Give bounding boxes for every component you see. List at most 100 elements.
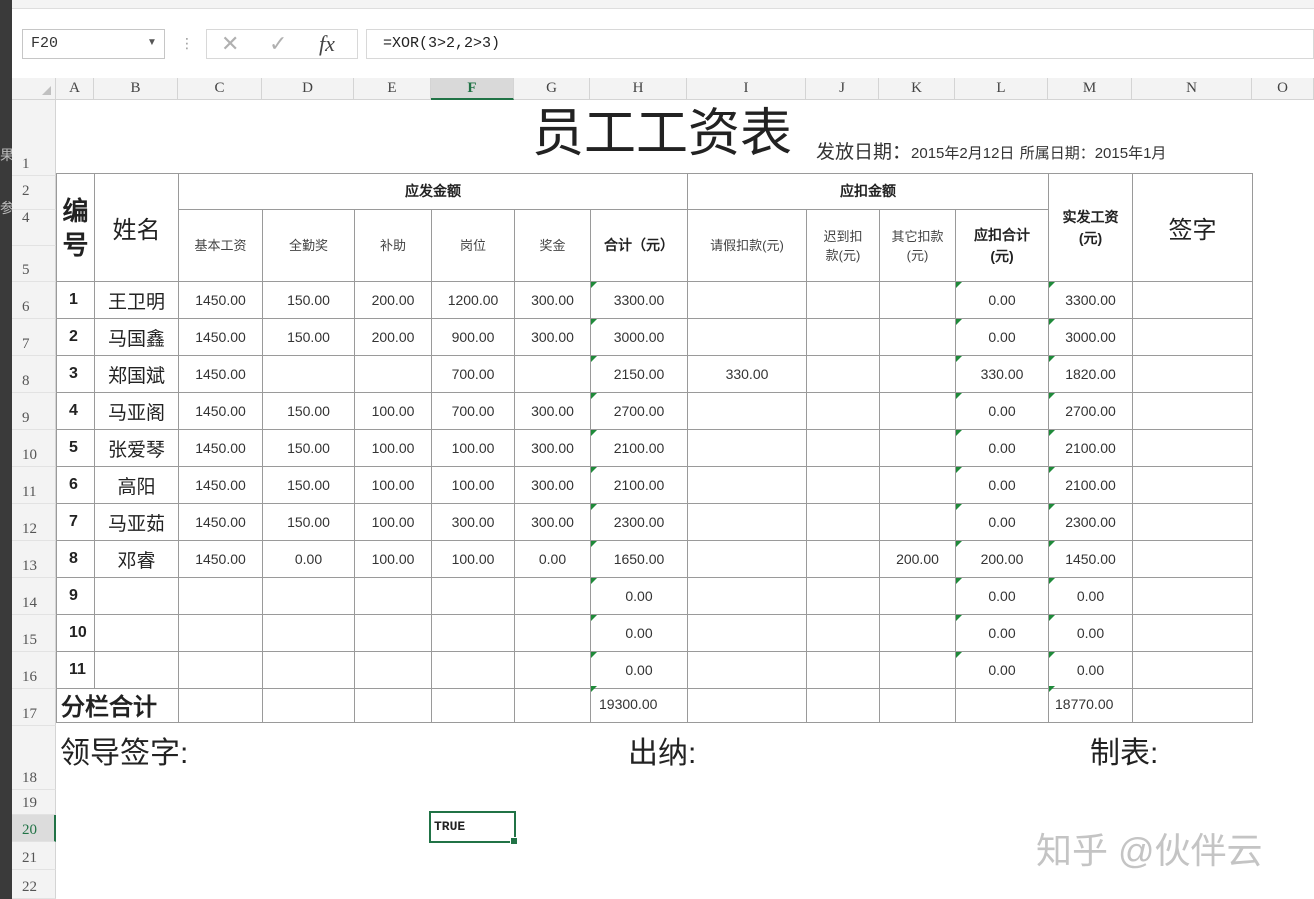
cell-pos[interactable]: 700.00 xyxy=(432,356,515,393)
cell-bonus[interactable]: 300.00 xyxy=(515,467,591,504)
row-header-4[interactable]: 4 xyxy=(12,210,56,246)
cell-att[interactable]: 150.00 xyxy=(263,430,355,467)
cell-other[interactable] xyxy=(880,504,956,541)
subtotal-cell[interactable] xyxy=(880,686,956,723)
subtotal-gross[interactable]: 19300.00 xyxy=(591,686,688,723)
cell-allow[interactable] xyxy=(355,356,432,393)
cell-no[interactable]: 4 xyxy=(57,393,95,430)
cell-base[interactable] xyxy=(179,652,263,689)
subtotal-cell[interactable] xyxy=(688,686,807,723)
cell-bonus[interactable]: 300.00 xyxy=(515,393,591,430)
cell-other[interactable] xyxy=(880,652,956,689)
cell-name[interactable]: 王卫明 xyxy=(95,282,179,319)
cell-bonus[interactable]: 300.00 xyxy=(515,430,591,467)
cell-total[interactable]: 0.00 xyxy=(591,615,688,652)
cell-name[interactable]: 邓睿 xyxy=(95,541,179,578)
cell-dtotal[interactable]: 330.00 xyxy=(956,356,1049,393)
cell-no[interactable]: 9 xyxy=(57,578,95,615)
cell-name[interactable] xyxy=(95,652,179,689)
cell-leave[interactable] xyxy=(688,430,807,467)
cell-pos[interactable]: 700.00 xyxy=(432,393,515,430)
cell-late[interactable] xyxy=(807,504,880,541)
cell-net[interactable]: 2700.00 xyxy=(1049,393,1133,430)
confirm-icon[interactable]: ✓ xyxy=(269,30,287,58)
cell-late[interactable] xyxy=(807,541,880,578)
cell-sign[interactable] xyxy=(1133,541,1253,578)
cell-bonus[interactable] xyxy=(515,652,591,689)
cell-no[interactable]: 11 xyxy=(57,652,95,689)
header-gross-group[interactable]: 应发金额 xyxy=(179,174,688,210)
column-header-c[interactable]: C xyxy=(178,78,262,100)
cell-sign[interactable] xyxy=(1133,504,1253,541)
cell-other[interactable] xyxy=(880,578,956,615)
subtotal-cell[interactable] xyxy=(179,686,263,723)
cell-other[interactable] xyxy=(880,467,956,504)
cell-allow[interactable]: 100.00 xyxy=(355,467,432,504)
cell-leave[interactable] xyxy=(688,541,807,578)
cell-no[interactable]: 3 xyxy=(57,356,95,393)
cell-bonus[interactable] xyxy=(515,578,591,615)
leader-signature-label[interactable]: 领导签字: xyxy=(60,732,188,776)
chevron-down-icon[interactable]: ▼ xyxy=(143,29,161,57)
cell-pos[interactable]: 1200.00 xyxy=(432,282,515,319)
cell-allow[interactable]: 200.00 xyxy=(355,282,432,319)
sheet-title[interactable]: 员工工资表 xyxy=(532,104,792,164)
cell-dtotal[interactable]: 200.00 xyxy=(956,541,1049,578)
row-header-10[interactable]: 10 xyxy=(12,430,56,467)
cell-dtotal[interactable]: 0.00 xyxy=(956,319,1049,356)
row-header-13[interactable]: 13 xyxy=(12,541,56,578)
column-header-e[interactable]: E xyxy=(354,78,431,100)
cell-base[interactable] xyxy=(179,615,263,652)
cell-dtotal[interactable]: 0.00 xyxy=(956,615,1049,652)
cell-sign[interactable] xyxy=(1133,319,1253,356)
cell-late[interactable] xyxy=(807,467,880,504)
header-deduct-group[interactable]: 应扣金额 xyxy=(688,174,1049,210)
cell-att[interactable]: 150.00 xyxy=(263,393,355,430)
subtotal-cell[interactable] xyxy=(515,686,591,723)
header-net-pay[interactable]: 实发工资 (元) xyxy=(1049,174,1133,282)
cell-sign[interactable] xyxy=(1133,430,1253,467)
cell-base[interactable]: 1450.00 xyxy=(179,467,263,504)
header-signature[interactable]: 签字 xyxy=(1133,174,1253,282)
cell-pos[interactable]: 100.00 xyxy=(432,541,515,578)
cell-net[interactable]: 0.00 xyxy=(1049,578,1133,615)
cell-late[interactable] xyxy=(807,319,880,356)
cell-bonus[interactable] xyxy=(515,356,591,393)
header-position[interactable]: 岗位 xyxy=(432,210,515,282)
cell-sign[interactable] xyxy=(1133,615,1253,652)
header-leave-deduct[interactable]: 请假扣款(元) xyxy=(688,210,807,282)
cell-total[interactable]: 2100.00 xyxy=(591,430,688,467)
fill-handle[interactable] xyxy=(510,837,518,845)
cell-base[interactable]: 1450.00 xyxy=(179,541,263,578)
cell-dtotal[interactable]: 0.00 xyxy=(956,652,1049,689)
cell-no[interactable]: 8 xyxy=(57,541,95,578)
cell-att[interactable]: 150.00 xyxy=(263,467,355,504)
row-header-20[interactable]: 20 xyxy=(12,815,56,842)
column-header-n[interactable]: N xyxy=(1132,78,1252,100)
header-other-deduct[interactable]: 其它扣款 (元) xyxy=(880,210,956,282)
row-header-17[interactable]: 17 xyxy=(12,689,56,726)
cell-name[interactable]: 马国鑫 xyxy=(95,319,179,356)
header-base-salary[interactable]: 基本工资 xyxy=(179,210,263,282)
cell-att[interactable]: 0.00 xyxy=(263,541,355,578)
cell-dtotal[interactable]: 0.00 xyxy=(956,504,1049,541)
cell-dtotal[interactable]: 0.00 xyxy=(956,578,1049,615)
column-header-f[interactable]: F xyxy=(431,78,514,100)
header-attendance-bonus[interactable]: 全勤奖 xyxy=(263,210,355,282)
cell-net[interactable]: 3000.00 xyxy=(1049,319,1133,356)
cell-att[interactable] xyxy=(263,578,355,615)
row-header-5[interactable]: 5 xyxy=(12,246,56,282)
cell-net[interactable]: 0.00 xyxy=(1049,652,1133,689)
column-header-l[interactable]: L xyxy=(955,78,1048,100)
cell-late[interactable] xyxy=(807,652,880,689)
column-header-b[interactable]: B xyxy=(94,78,178,100)
cell-pos[interactable] xyxy=(432,652,515,689)
cell-pos[interactable]: 100.00 xyxy=(432,467,515,504)
column-header-m[interactable]: M xyxy=(1048,78,1132,100)
cell-base[interactable]: 1450.00 xyxy=(179,430,263,467)
cell-allow[interactable]: 100.00 xyxy=(355,541,432,578)
cell-name[interactable]: 张爱琴 xyxy=(95,430,179,467)
cell-base[interactable]: 1450.00 xyxy=(179,319,263,356)
cell-no[interactable]: 2 xyxy=(57,319,95,356)
cell-dtotal[interactable]: 0.00 xyxy=(956,282,1049,319)
